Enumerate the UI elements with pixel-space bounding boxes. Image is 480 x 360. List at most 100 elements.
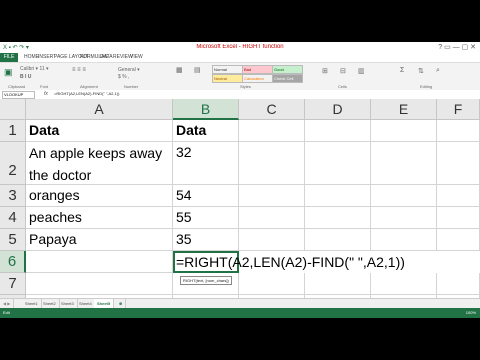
cell-e4[interactable] (371, 207, 437, 229)
cell-f5[interactable] (437, 229, 480, 251)
cell-d2[interactable] (305, 142, 371, 185)
cell-d5[interactable] (305, 229, 371, 251)
format-as-table-icon[interactable]: ▤ (194, 66, 201, 74)
cell-c4[interactable] (239, 207, 305, 229)
cell-a7[interactable] (26, 273, 173, 295)
tab-view[interactable]: VIEW (130, 54, 143, 60)
cell-f2[interactable] (437, 142, 480, 185)
cell-f7[interactable] (437, 273, 480, 295)
video-frame: X ▪ ↶ ↷ ▾ Microsoft Excel - RIGHT functi… (0, 0, 480, 360)
cell-a6[interactable] (26, 251, 173, 273)
group-label-number: Number (124, 84, 139, 89)
group-label-cells: Cells (338, 84, 347, 89)
cell-c5[interactable] (239, 229, 305, 251)
cell-a5[interactable]: Papaya (26, 229, 173, 251)
cell-e1[interactable] (371, 120, 437, 142)
row-header-5[interactable]: 5 (0, 229, 26, 251)
paste-icon[interactable]: ▣ (4, 67, 13, 78)
cell-c1[interactable] (239, 120, 305, 142)
cell-a3[interactable]: oranges (26, 185, 173, 207)
group-label-editing: Editing (420, 84, 433, 89)
group-label-alignment: Alignment (80, 84, 98, 89)
number-format-buttons[interactable]: $ % , (118, 74, 129, 80)
number-format-select[interactable]: General ▾ (118, 67, 140, 73)
window-controls[interactable]: ? ▭ — ▢ ✕ (438, 43, 476, 51)
zoom-level[interactable]: 100% (466, 310, 476, 315)
sheet-scroll-arrows[interactable]: ◀ ▶ (0, 299, 15, 308)
cell-d3[interactable] (305, 185, 371, 207)
style-good[interactable]: Good (272, 65, 303, 74)
cell-f4[interactable] (437, 207, 480, 229)
cell-a2[interactable]: An apple keeps away the doctor (26, 142, 173, 185)
formula-input[interactable]: =RIGHT(A2,LEN(A2)-FIND(" ",A2,1)) (54, 91, 119, 96)
conditional-formatting-icon[interactable]: ▦ (176, 66, 183, 74)
cell-b6-formula-text: =RIGHT(A2,LEN(A2)-FIND(" ",A2,1)) (176, 254, 405, 270)
cell-b2[interactable]: 32 (173, 142, 239, 185)
tab-file[interactable]: FILE (0, 53, 18, 62)
sheet-tab-2[interactable]: Sheet2 (40, 299, 60, 308)
style-bad[interactable]: Bad (242, 65, 273, 74)
function-tooltip: RIGHT(text, [num_chars]) (180, 276, 232, 285)
insert-cells-icon[interactable]: ⊞ (322, 67, 328, 75)
cell-e2[interactable] (371, 142, 437, 185)
group-label-clipboard: Clipboard (8, 84, 26, 89)
row-header-1[interactable]: 1 (0, 120, 26, 142)
font-format-buttons[interactable]: B I U (20, 74, 31, 80)
cell-e3[interactable] (371, 185, 437, 207)
style-neutral[interactable]: Neutral (212, 74, 243, 83)
style-calculation[interactable]: Calculation (242, 74, 273, 83)
cell-b1[interactable]: Data (173, 120, 239, 142)
row-header-4[interactable]: 4 (0, 207, 26, 229)
column-header-a[interactable]: A (26, 99, 173, 120)
style-check-cell[interactable]: Check Cell (272, 74, 303, 83)
tab-data[interactable]: DATA (100, 54, 113, 60)
select-all-corner[interactable] (0, 99, 26, 120)
tab-home[interactable]: HOME (24, 54, 39, 60)
find-select-icon[interactable]: ⌕ (436, 67, 440, 75)
row-header-7[interactable]: 7 (0, 273, 26, 295)
font-name-select[interactable]: Calibri ▾ 11 ▾ (20, 66, 49, 72)
sort-filter-icon[interactable]: ⇅ (418, 67, 424, 75)
cell-b4[interactable]: 55 (173, 207, 239, 229)
cell-e5[interactable] (371, 229, 437, 251)
column-header-f[interactable]: F (437, 99, 480, 120)
cell-c3[interactable] (239, 185, 305, 207)
cell-c7[interactable] (239, 273, 305, 295)
format-cells-icon[interactable]: ▥ (358, 67, 365, 75)
cell-e7[interactable] (371, 273, 437, 295)
align-icons[interactable]: ≡ ≡ ≡ (72, 67, 86, 73)
cell-b3[interactable]: 54 (173, 185, 239, 207)
cell-b5[interactable]: 35 (173, 229, 239, 251)
row-header-6[interactable]: 6 (0, 251, 26, 273)
column-header-b[interactable]: B (173, 99, 239, 120)
sheet-tab-1[interactable]: Sheet1 (22, 299, 42, 308)
cell-d1[interactable] (305, 120, 371, 142)
row-header-3[interactable]: 3 (0, 185, 26, 207)
autosum-icon[interactable]: Σ (400, 67, 404, 74)
cell-f3[interactable] (437, 185, 480, 207)
insert-function-icon[interactable]: fx (44, 91, 48, 97)
cell-a4[interactable]: peaches (26, 207, 173, 229)
name-box[interactable]: VLOOKUP (2, 91, 35, 99)
add-sheet-icon[interactable]: ⊕ (116, 299, 127, 308)
cell-a1[interactable]: Data (26, 120, 173, 142)
excel-window: X ▪ ↶ ↷ ▾ Microsoft Excel - RIGHT functi… (0, 42, 480, 318)
sheet-tab-3[interactable]: Sheet3 (58, 299, 78, 308)
column-header-d[interactable]: D (305, 99, 371, 120)
status-bar: Edit 100% (0, 308, 480, 318)
column-header-c[interactable]: C (239, 99, 305, 120)
column-header-e[interactable]: E (371, 99, 437, 120)
status-mode: Edit (3, 310, 10, 315)
cell-c2[interactable] (239, 142, 305, 185)
row-header-2[interactable]: 2 (0, 142, 26, 185)
cell-d7[interactable] (305, 273, 371, 295)
quick-access-toolbar[interactable]: X ▪ ↶ ↷ ▾ (3, 44, 29, 51)
sheet-tab-4[interactable]: Sheet4 (76, 299, 96, 308)
cell-f1[interactable] (437, 120, 480, 142)
delete-cells-icon[interactable]: ⊟ (340, 67, 346, 75)
cell-d4[interactable] (305, 207, 371, 229)
style-normal[interactable]: Normal (212, 65, 243, 74)
spreadsheet-grid: A B C D E F 1 2 3 4 5 6 7 8 Data Data An… (0, 99, 480, 317)
ribbon-tabs: FILE HOME INSERT PAGE LAYOUT FORMULAS DA… (0, 53, 480, 62)
group-label-font: Font (40, 84, 49, 89)
